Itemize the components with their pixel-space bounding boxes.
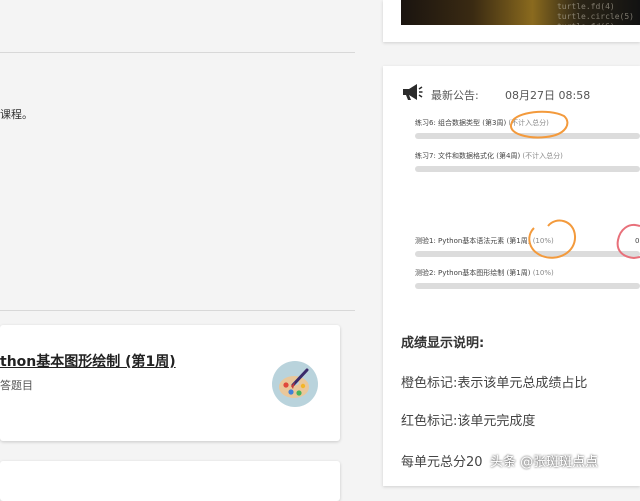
palette-icon <box>272 361 318 407</box>
quiz-item[interactable]: 测验1: Python基本语法元素 (第1周) (10%) <box>415 237 640 257</box>
assignment-item[interactable]: 练习7: 文件和数据格式化 (第4周) (不计入总分) <box>415 152 640 172</box>
grade-explanation-title: 成绩显示说明: <box>401 336 485 351</box>
quiz-weight: (10%) <box>532 237 554 245</box>
grade-explanation-line: 每单元总分20 <box>401 455 483 470</box>
divider <box>0 52 355 53</box>
notice-time: 08月27日 08:58 <box>505 89 591 102</box>
course-title-link[interactable]: thon基本图形绘制 (第1周) <box>0 351 176 371</box>
left-panel: 课程。 thon基本图形绘制 (第1周) 答题目 <box>0 0 355 501</box>
quiz-weight: (10%) <box>532 269 554 277</box>
course-card[interactable]: thon基本图形绘制 (第1周) 答题目 <box>0 325 340 441</box>
grade-explanation-line: 橙色标记:表示该单元总成绩占比 <box>401 376 588 391</box>
notice-header: 最新公告: 08月27日 08:58 <box>401 82 631 104</box>
course-banner-card: turtle.fd(4) turtle.circle(5) turtle.fd(… <box>383 0 640 42</box>
assignment-label[interactable]: 练习6: 组合数据类型 (第3周) <box>415 119 506 127</box>
quiz-label[interactable]: 测验2: Python基本图形绘制 (第1周) <box>415 269 530 277</box>
notice-card: 最新公告: 08月27日 08:58 练习6: 组合数据类型 (第3周) (不计… <box>383 66 640 486</box>
progress-bar <box>415 251 640 257</box>
course-card[interactable] <box>0 461 340 501</box>
notice-title: 最新公告: <box>431 89 479 102</box>
assignment-label[interactable]: 练习7: 文件和数据格式化 (第4周) <box>415 152 520 160</box>
quiz-label[interactable]: 测验1: Python基本语法元素 (第1周) <box>415 237 530 245</box>
banner-code-text: turtle.fd(4) turtle.circle(5) turtle.fd(… <box>556 2 634 25</box>
progress-bar <box>415 133 640 139</box>
course-banner-image: turtle.fd(4) turtle.circle(5) turtle.fd(… <box>401 0 640 25</box>
completion-value: 0 <box>635 237 640 245</box>
course-subtitle: 答题目 <box>0 379 33 392</box>
assignment-note: (不计入总分) <box>508 119 549 127</box>
divider <box>0 310 355 311</box>
progress-bar <box>415 166 640 172</box>
assignment-note: (不计入总分) <box>522 152 563 160</box>
assignment-item[interactable]: 练习6: 组合数据类型 (第3周) (不计入总分) <box>415 119 640 139</box>
watermark: 头条 @张斑斑点点 <box>490 455 599 470</box>
quiz-item[interactable]: 测验2: Python基本图形绘制 (第1周) (10%) <box>415 269 640 289</box>
megaphone-icon <box>401 83 423 101</box>
progress-bar <box>415 283 640 289</box>
grade-explanation-line: 红色标记:该单元完成度 <box>401 414 536 429</box>
course-intro-text: 课程。 <box>0 108 33 121</box>
